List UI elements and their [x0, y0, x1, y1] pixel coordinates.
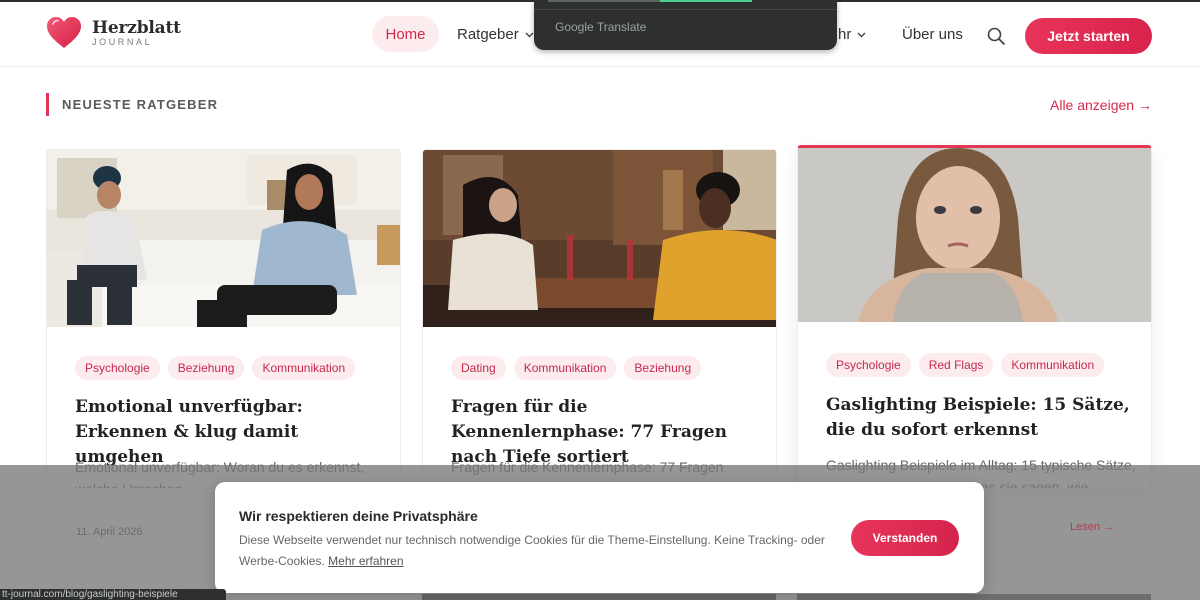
section-accent-bar	[46, 93, 49, 116]
nav-home[interactable]: Home	[372, 16, 439, 52]
chevron-down-icon	[525, 32, 534, 37]
article-image[interactable]	[47, 150, 400, 327]
article-card[interactable]: Dating Kommunikation Beziehung Fragen fü…	[422, 149, 777, 489]
nav-mehr[interactable]: hr	[838, 26, 866, 43]
translate-tab-inactive[interactable]	[548, 0, 660, 2]
couple-date-photo	[423, 150, 776, 327]
brand-name: Herzblatt	[92, 17, 181, 38]
read-more-link: Lesen →	[1070, 521, 1115, 533]
tag[interactable]: Psychologie	[826, 353, 911, 377]
nav-ratgeber[interactable]: Ratgeber	[457, 26, 534, 43]
nav-ratgeber-label: Ratgeber	[457, 26, 519, 43]
translate-tab-active[interactable]	[660, 0, 752, 2]
article-card[interactable]: Psychologie Beziehung Kommunikation Emot…	[46, 149, 401, 489]
tag[interactable]: Red Flags	[918, 353, 994, 377]
article-date: 11. April 2026	[76, 526, 143, 538]
article-title[interactable]: Gaslighting Beispiele: 15 Sätze, die du …	[826, 393, 1136, 443]
article-image[interactable]	[798, 148, 1151, 322]
google-translate-popup[interactable]: Google Translate	[534, 0, 837, 50]
tag[interactable]: Beziehung	[167, 356, 245, 380]
cookie-title: Wir respektieren deine Privatsphäre	[239, 508, 478, 524]
cookie-banner: Wir respektieren deine Privatsphäre Dies…	[215, 482, 984, 593]
chevron-down-icon	[857, 32, 866, 37]
nav-mehr-label: hr	[838, 26, 852, 43]
article-card[interactable]: Psychologie Red Flags Kommunikation Gasl…	[797, 145, 1152, 489]
verstanden-button[interactable]: Verstanden	[851, 520, 959, 556]
brand-sub: JOURNAL	[92, 36, 153, 47]
tag-list: Dating Kommunikation Beziehung	[451, 356, 702, 380]
jetzt-starten-button[interactable]: Jetzt starten	[1025, 18, 1152, 54]
cookie-text: Diese Webseite verwendet nur technisch n…	[239, 530, 829, 572]
nav-ueber-uns[interactable]: Über uns	[902, 26, 963, 43]
divider	[534, 9, 837, 10]
search-icon[interactable]	[986, 26, 1006, 46]
mehr-erfahren-link[interactable]: Mehr erfahren	[328, 554, 403, 568]
heart-logo-icon	[47, 17, 81, 48]
article-image[interactable]	[423, 150, 776, 327]
woman-portrait-photo	[798, 148, 1151, 322]
tag[interactable]: Dating	[451, 356, 506, 380]
couple-couch-photo	[47, 150, 400, 327]
tag-list: Psychologie Beziehung Kommunikation	[75, 356, 356, 380]
alle-anzeigen-link[interactable]: Alle anzeigen →	[1050, 97, 1152, 113]
translate-label: Google Translate	[555, 20, 647, 34]
cookie-description: Diese Webseite verwendet nur technisch n…	[239, 533, 825, 568]
tag[interactable]: Kommunikation	[513, 356, 617, 380]
status-bar-url: tt-journal.com/blog/gaslighting-beispiel…	[0, 589, 226, 600]
tag[interactable]: Psychologie	[75, 356, 160, 380]
tag[interactable]: Kommunikation	[252, 356, 356, 380]
tag[interactable]: Beziehung	[624, 356, 702, 380]
tag[interactable]: Kommunikation	[1001, 353, 1105, 377]
section-title: NEUESTE RATGEBER	[62, 97, 219, 112]
tag-list: Psychologie Red Flags Kommunikation	[826, 353, 1105, 377]
logo[interactable]: Herzblatt JOURNAL	[46, 16, 181, 50]
